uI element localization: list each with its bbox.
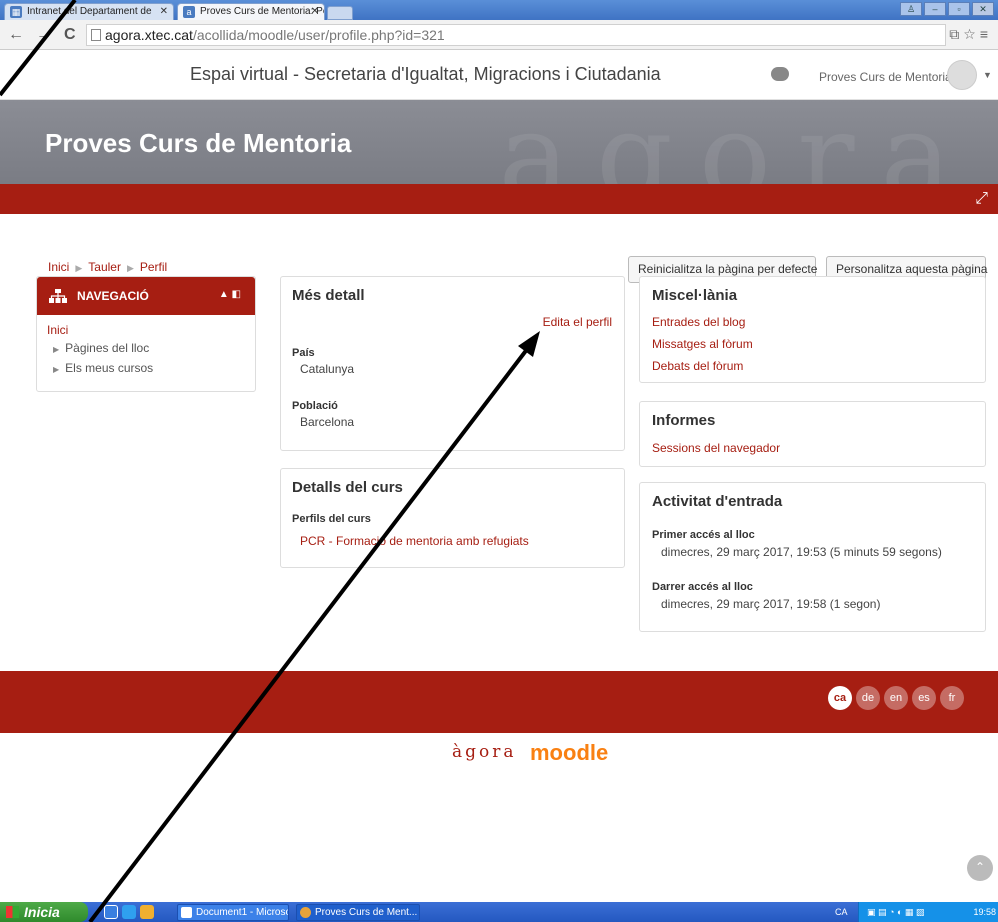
window-controls: ♙ – ▫ ✕ (900, 2, 994, 16)
tab-intranet[interactable]: ▦ Intranet del Departament de ✕ (4, 3, 174, 20)
breadcrumb-profile[interactable]: Perfil (140, 260, 167, 274)
nav-item-my-courses[interactable]: ▶ Els meus cursos (47, 359, 245, 379)
expand-triangle-icon: ▶ (53, 345, 60, 354)
outlook-icon[interactable] (140, 905, 154, 919)
page-title: Proves Curs de Mentoria (45, 128, 352, 158)
first-access-value: dimecres, 29 març 2017, 19:53 (5 minuts … (661, 545, 942, 559)
collapse-block-icon[interactable]: ▲ ◧ (219, 289, 241, 300)
language-en-button[interactable]: en (884, 686, 908, 710)
site-navbar: Espai virtual - Secretaria d'Igualtat, M… (0, 50, 998, 100)
language-fr-button[interactable]: fr (940, 686, 964, 710)
moodle-logo[interactable]: moodle (530, 740, 608, 766)
internet-explorer-icon[interactable] (122, 905, 136, 919)
bookmark-star-icon[interactable]: ⧉☆≡ (949, 26, 992, 43)
user-profile-icon[interactable]: ♙ (900, 2, 922, 16)
minimize-button[interactable]: – (924, 2, 946, 16)
navigation-list: Inici ▶ Pàgines del lloc ▶ Els meus cursos (37, 315, 255, 385)
close-tab-icon[interactable]: ✕ (311, 6, 319, 17)
taskbar-word-document[interactable]: Document1 - Microsof... (177, 904, 289, 921)
misc-title: Miscel·lània (652, 287, 738, 304)
fullscreen-expand-icon[interactable]: ⤢ (975, 190, 988, 208)
start-button[interactable]: Inicia (0, 902, 88, 922)
windows-flag-icon (6, 906, 19, 918)
agora-watermark: agora (498, 100, 978, 184)
course-banner: agora Proves Curs de Mentoria (0, 100, 998, 184)
clock[interactable]: 19:58 (973, 902, 996, 922)
city-value: Barcelona (300, 415, 355, 429)
word-icon (181, 907, 192, 918)
breadcrumb: Inici ▶ Tauler ▶ Perfil (48, 260, 167, 274)
back-arrow-icon[interactable]: ← (8, 26, 24, 44)
course-details-title: Detalls del curs (292, 479, 403, 496)
chevron-down-icon[interactable]: ▼ (983, 70, 992, 80)
tab-profile[interactable]: a Proves Curs de Mentoria: Pe ✕ (177, 3, 325, 20)
forum-discussions-link[interactable]: Debats del fòrum (652, 359, 743, 373)
course-link[interactable]: PCR - Formació de mentoria amb refugiats (300, 534, 529, 548)
taskbar-chrome-window[interactable]: Proves Curs de Ment... (296, 904, 420, 921)
system-tray: CA ▣ ▤ ◔ ◐ ▦ ▨ 19:58 (835, 902, 998, 922)
intranet-favicon: ▦ (10, 6, 22, 18)
site-name[interactable]: Espai virtual - Secretaria d'Igualtat, M… (190, 64, 661, 85)
nav-item-home[interactable]: Inici (47, 321, 245, 339)
country-label: País (292, 347, 315, 359)
more-detail-title: Més detall (292, 287, 365, 304)
avatar[interactable] (947, 60, 977, 90)
sitemap-icon (49, 289, 67, 303)
misc-block: Miscel·lània Entrades del blog Missatges… (639, 276, 986, 383)
maximize-button[interactable]: ▫ (948, 2, 970, 16)
navigation-title: NAVEGACIÓ (77, 289, 149, 303)
breadcrumb-separator-icon: ▶ (126, 263, 134, 273)
expand-triangle-icon: ▶ (53, 365, 60, 374)
language-es-button[interactable]: es (912, 686, 936, 710)
browser-tab-bar: ▦ Intranet del Departament de ✕ a Proves… (0, 0, 998, 20)
page-icon (91, 29, 101, 41)
tray-icons[interactable]: ▣ ▤ ◔ ◐ ▦ ▨ (867, 907, 924, 917)
navigation-block-header: NAVEGACIÓ ▲ ◧ (37, 277, 255, 315)
country-value: Catalunya (300, 362, 355, 376)
forum-posts-link[interactable]: Missatges al fòrum (652, 337, 753, 351)
forward-arrow-icon[interactable]: → (36, 26, 52, 44)
breadcrumb-home[interactable]: Inici (48, 260, 69, 274)
browser-sessions-link[interactable]: Sessions del navegador (652, 441, 780, 455)
reports-title: Informes (652, 412, 716, 429)
scroll-to-top-button[interactable]: ⌃ (967, 855, 993, 881)
agora-logo[interactable]: àgora (452, 742, 517, 762)
new-tab-button[interactable] (327, 6, 353, 20)
navigation-block: NAVEGACIÓ ▲ ◧ Inici ▶ Pàgines del lloc ▶ E… (36, 276, 256, 392)
edit-profile-link[interactable]: Edita el perfil (543, 315, 612, 329)
close-tab-icon[interactable]: ✕ (160, 6, 168, 17)
agora-favicon: a (183, 6, 195, 18)
blog-entries-link[interactable]: Entrades del blog (652, 315, 745, 329)
more-detail-block: Més detall Edita el perfil País Cataluny… (280, 276, 625, 451)
close-window-button[interactable]: ✕ (972, 2, 994, 16)
show-desktop-icon[interactable] (104, 905, 118, 919)
last-access-value: dimecres, 29 març 2017, 19:58 (1 segon) (661, 597, 881, 611)
breadcrumb-dashboard[interactable]: Tauler (88, 260, 121, 274)
language-de-button[interactable]: de (856, 686, 880, 710)
login-activity-title: Activitat d'entrada (652, 493, 783, 510)
city-label: Població (292, 400, 338, 412)
header-red-bar: ⤢ (0, 184, 998, 214)
url-input[interactable]: agora.xtec.cat/acollida/moodle/user/prof… (86, 24, 946, 46)
user-menu-name[interactable]: Proves Curs de Mentoria (819, 70, 952, 84)
login-activity-block: Activitat d'entrada Primer accés al lloc… (639, 482, 986, 632)
messages-icon[interactable] (771, 67, 789, 81)
last-access-label: Darrer accés al lloc (652, 581, 753, 593)
windows-taskbar: Inicia Document1 - Microsof... Proves Cu… (0, 902, 998, 922)
address-bar: ← → C agora.xtec.cat/acollida/moodle/use… (0, 20, 998, 50)
reports-block: Informes Sessions del navegador (639, 401, 986, 467)
reload-icon[interactable]: C (64, 26, 76, 44)
course-profiles-label: Perfils del curs (292, 513, 371, 525)
language-ca-button[interactable]: ca (828, 686, 852, 710)
nav-item-site-pages[interactable]: ▶ Pàgines del lloc (47, 339, 245, 359)
first-access-label: Primer accés al lloc (652, 529, 755, 541)
course-details-block: Detalls del curs Perfils del curs PCR - … (280, 468, 625, 568)
breadcrumb-separator-icon: ▶ (75, 263, 83, 273)
input-language-indicator[interactable]: CA (835, 902, 848, 922)
chrome-icon (300, 907, 311, 918)
